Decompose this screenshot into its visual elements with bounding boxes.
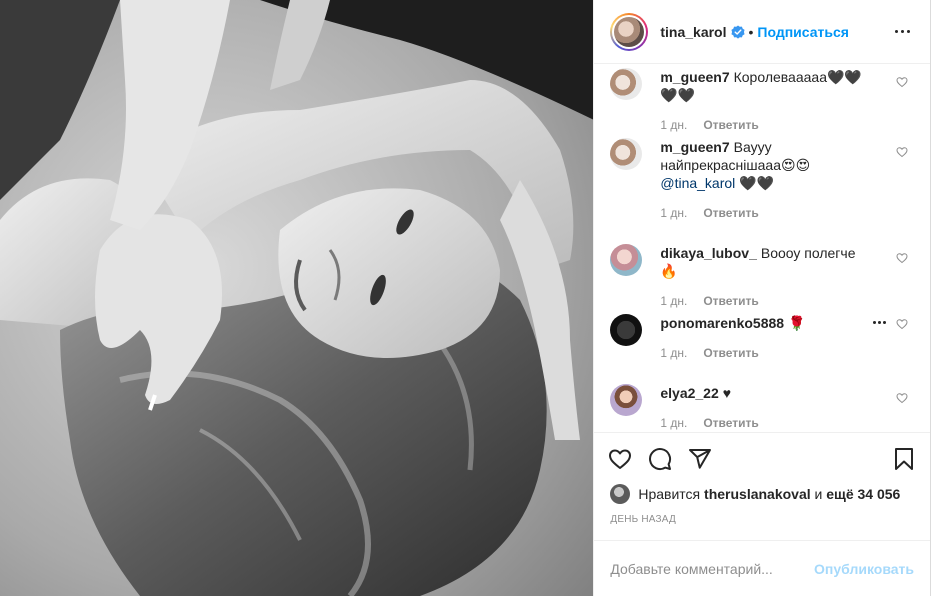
comment-message: 🌹	[788, 315, 806, 331]
likes-middle: и	[814, 486, 823, 502]
comment-body: ponomarenko5888 🌹 1 дн. Ответить	[660, 314, 870, 380]
save-bookmark-icon[interactable]	[892, 447, 916, 471]
comment-username[interactable]: m_gueen7	[660, 69, 729, 85]
instagram-post: tina_karol • Подписаться m_gueen7 Королев…	[0, 0, 931, 596]
reply-button[interactable]: Ответить	[703, 206, 758, 220]
comment-like-icon[interactable]	[896, 392, 908, 404]
more-dot	[906, 30, 910, 33]
comment-more-icon[interactable]	[873, 321, 886, 324]
comment-message: ♥	[722, 385, 732, 401]
post-sidebar: tina_karol • Подписаться m_gueen7 Королев…	[593, 0, 930, 596]
avatar-image	[614, 16, 645, 47]
commenter-avatar[interactable]	[610, 244, 643, 276]
comment-body: elya2_22 ♥ 1 дн. Ответить	[660, 384, 870, 432]
more-dot	[900, 30, 904, 33]
comment-username[interactable]: ponomarenko5888	[660, 315, 784, 331]
post-header: tina_karol • Подписаться	[594, 0, 930, 64]
comment-meta: 1 дн. Ответить	[660, 416, 870, 430]
verified-badge-icon	[730, 24, 745, 39]
comment-meta: 1 дн. Ответить	[660, 346, 870, 360]
comment-age: 1 дн.	[660, 206, 688, 220]
comment-text: ponomarenko5888 🌹	[660, 314, 870, 332]
comment-meta: 1 дн. Ответить	[660, 118, 870, 132]
post-timestamp[interactable]: День назад	[594, 504, 930, 540]
comment-item: dikaya_lubov_ Воооу полегче🔥 1 дн. Ответит…	[610, 240, 914, 310]
comment-meta: 1 дн. Ответить	[660, 206, 870, 220]
comment-age: 1 дн.	[660, 294, 688, 308]
comment-age: 1 дн.	[660, 346, 688, 360]
comment-item: elya2_22 ♥ 1 дн. Ответить	[610, 380, 914, 432]
comment-body: dikaya_lubov_ Воооу полегче🔥 1 дн. Ответит…	[660, 244, 870, 310]
liker-avatar[interactable]	[610, 484, 631, 504]
comment-item: m_gueen7 Королевааааа🖤🖤🖤🖤 1 дн. Ответить	[610, 64, 914, 134]
publish-button[interactable]: Опубликовать	[814, 561, 914, 577]
comment-input[interactable]	[610, 560, 815, 577]
reply-button[interactable]: Ответить	[703, 118, 758, 132]
comment-username[interactable]: dikaya_lubov_	[660, 245, 757, 261]
avatar-inner	[612, 14, 647, 49]
comment-body: m_gueen7 Вауyy найпрекраснішааа😍😍 @tina_k…	[660, 138, 870, 240]
comment-text: m_gueen7 Вауyy найпрекраснішааа😍😍 @tina_k…	[660, 138, 870, 192]
commenter-avatar[interactable]	[610, 138, 643, 170]
comment-age: 1 дн.	[660, 118, 688, 132]
comment-age: 1 дн.	[660, 416, 688, 430]
comment-text: elya2_22 ♥	[660, 384, 870, 402]
comment-meta: 1 дн. Ответить	[660, 294, 870, 308]
comment-like-icon[interactable]	[896, 252, 908, 264]
post-photo[interactable]	[0, 0, 594, 596]
comment-text: dikaya_lubov_ Воооу полегче🔥	[660, 244, 870, 280]
commenter-avatar[interactable]	[610, 68, 643, 100]
reply-button[interactable]: Ответить	[703, 346, 758, 360]
commenter-avatar[interactable]	[610, 384, 643, 416]
comment-mention[interactable]: @tina_karol	[660, 175, 735, 191]
photo-illustration	[0, 0, 594, 596]
likes-user[interactable]: theruslanakoval	[704, 486, 811, 502]
reply-button[interactable]: Ответить	[703, 294, 758, 308]
follow-button[interactable]: Подписаться	[757, 24, 849, 40]
more-dot	[894, 30, 898, 33]
comment-item: m_gueen7 Вауyy найпрекраснішааа😍😍 @tina_k…	[610, 134, 914, 240]
comment-username[interactable]: elya2_22	[660, 385, 718, 401]
comment-username[interactable]: m_gueen7	[660, 139, 729, 155]
author-avatar[interactable]	[610, 12, 649, 51]
comment-like-icon[interactable]	[896, 146, 908, 158]
comment-message-tail: 🖤🖤	[739, 175, 775, 191]
reply-button[interactable]: Ответить	[703, 416, 758, 430]
action-bar	[594, 432, 930, 484]
likes-prefix: Нравится	[638, 486, 701, 502]
comment-item: ponomarenko5888 🌹 1 дн. Ответить	[610, 310, 914, 380]
header-separator: •	[748, 23, 754, 40]
comment-like-icon[interactable]	[896, 318, 908, 330]
commenter-avatar[interactable]	[610, 314, 643, 346]
likes-text: Нравится theruslanakoval и ещё 34 056	[638, 486, 900, 502]
add-comment-bar: Опубликовать	[594, 540, 930, 596]
like-heart-icon[interactable]	[608, 447, 632, 471]
comment-body: m_gueen7 Королевааааа🖤🖤🖤🖤 1 дн. Ответить	[660, 68, 870, 134]
author-username[interactable]: tina_karol	[660, 24, 726, 40]
comment-bubble-icon[interactable]	[648, 447, 672, 471]
more-options-icon[interactable]	[890, 20, 914, 44]
share-plane-icon[interactable]	[688, 447, 712, 471]
comment-text: m_gueen7 Королевааааа🖤🖤🖤🖤	[660, 68, 870, 104]
comment-like-icon[interactable]	[896, 76, 908, 88]
comments-list[interactable]: m_gueen7 Королевааааа🖤🖤🖤🖤 1 дн. Ответить m…	[594, 64, 930, 432]
likes-others[interactable]: ещё 34 056	[826, 486, 900, 502]
likes-summary: Нравится theruslanakoval и ещё 34 056	[594, 484, 930, 504]
